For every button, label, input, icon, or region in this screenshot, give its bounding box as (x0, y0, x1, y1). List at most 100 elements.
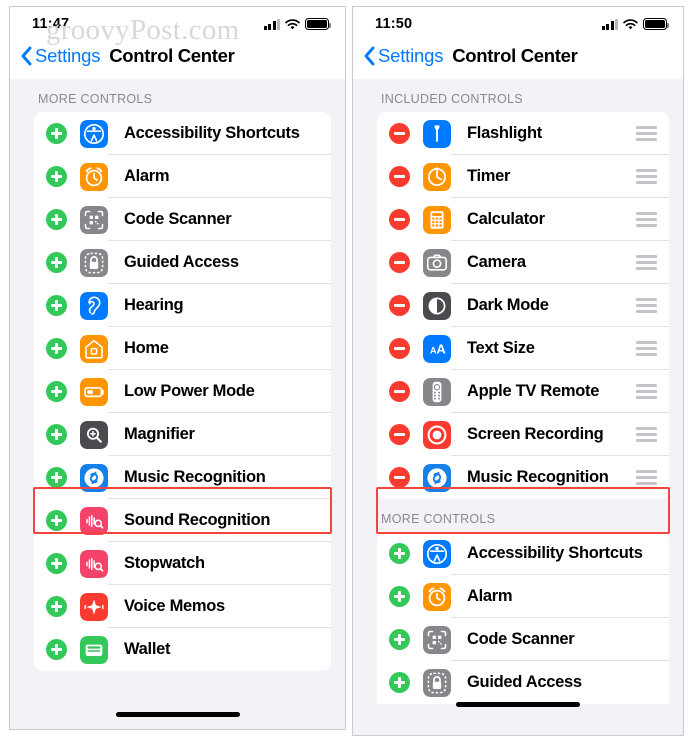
dark-mode-icon (423, 291, 451, 320)
control-label: Accessibility Shortcuts (467, 544, 643, 562)
control-list-row[interactable]: Dark Mode (377, 284, 669, 327)
wifi-icon (623, 18, 638, 30)
reorder-handle-icon[interactable] (636, 427, 657, 442)
minus-circle-icon[interactable] (389, 252, 410, 273)
control-list-row[interactable]: Wallet (34, 628, 331, 671)
control-list-row[interactable]: Sound Recognition (34, 499, 331, 542)
control-list-row[interactable]: Timer (377, 155, 669, 198)
control-list-row[interactable]: Guided Access (377, 661, 669, 704)
plus-circle-icon[interactable] (46, 166, 67, 187)
reorder-handle-icon[interactable] (636, 212, 657, 227)
back-button[interactable]: Settings (20, 45, 100, 67)
reorder-handle-icon[interactable] (636, 126, 657, 141)
control-list-row[interactable]: Stopwatch (34, 542, 331, 585)
home-indicator[interactable] (456, 702, 580, 707)
plus-circle-icon[interactable] (46, 381, 67, 402)
text-size-icon: AA (423, 334, 451, 363)
control-list-row[interactable]: Code Scanner (377, 618, 669, 661)
settings-content[interactable]: INCLUDED CONTROLS Flashlight Timer Calculat… (353, 79, 683, 733)
control-list-row[interactable]: Magnifier (34, 413, 331, 456)
control-list-row[interactable]: Flashlight (377, 112, 669, 155)
screen-recording-icon (423, 420, 451, 449)
plus-circle-icon[interactable] (46, 209, 67, 230)
control-label: Calculator (467, 210, 545, 228)
plus-circle-icon[interactable] (46, 639, 67, 660)
control-list-row[interactable]: Calculator (377, 198, 669, 241)
control-list-row[interactable]: Music Recognition (34, 456, 331, 499)
control-list-row[interactable]: Voice Memos (34, 585, 331, 628)
plus-circle-icon[interactable] (46, 553, 67, 574)
plus-circle-icon[interactable] (46, 510, 67, 531)
settings-content[interactable]: MORE CONTROLS Accessibility Shortcuts Alar… (10, 79, 345, 727)
control-list-row[interactable]: Alarm (377, 575, 669, 618)
control-list-row[interactable]: Accessibility Shortcuts (377, 532, 669, 575)
control-label: Hearing (124, 296, 184, 314)
minus-circle-icon[interactable] (389, 467, 410, 488)
reorder-handle-icon[interactable] (636, 298, 657, 313)
back-button-label: Settings (35, 45, 101, 66)
control-list-row[interactable]: Apple TV Remote (377, 370, 669, 413)
control-list-row[interactable]: Code Scanner (34, 198, 331, 241)
back-button[interactable]: Settings (363, 45, 443, 67)
control-label: Magnifier (124, 425, 195, 443)
control-label: Guided Access (467, 673, 582, 691)
control-label: Flashlight (467, 124, 542, 142)
control-label: Guided Access (124, 253, 239, 271)
control-list-row[interactable]: Camera (377, 241, 669, 284)
minus-circle-icon[interactable] (389, 123, 410, 144)
control-list-row[interactable]: Screen Recording (377, 413, 669, 456)
qr-code-scanner-icon (423, 625, 451, 654)
plus-circle-icon[interactable] (389, 672, 410, 693)
home-indicator[interactable] (115, 712, 240, 717)
reorder-handle-icon[interactable] (636, 341, 657, 356)
accessibility-icon (423, 539, 451, 568)
minus-circle-icon[interactable] (389, 166, 410, 187)
control-label: Code Scanner (467, 630, 575, 648)
control-label: Apple TV Remote (467, 382, 600, 400)
control-label: Timer (467, 167, 511, 185)
plus-circle-icon[interactable] (46, 295, 67, 316)
control-list-row[interactable]: Low Power Mode (34, 370, 331, 413)
chevron-left-icon (20, 46, 33, 66)
waveform-magnifier-icon (80, 506, 108, 535)
plus-circle-icon[interactable] (389, 543, 410, 564)
phone-screenshot-left: 11:47 Settings Control Center MORE CONTROLS… (9, 6, 346, 730)
wifi-icon (285, 18, 300, 30)
reorder-handle-icon[interactable] (636, 384, 657, 399)
reorder-handle-icon[interactable] (636, 169, 657, 184)
control-label: Music Recognition (124, 468, 266, 486)
alarm-clock-icon (80, 162, 108, 191)
plus-circle-icon[interactable] (389, 629, 410, 650)
control-list-row[interactable]: Alarm (34, 155, 331, 198)
reorder-handle-icon[interactable] (636, 470, 657, 485)
plus-circle-icon[interactable] (46, 338, 67, 359)
minus-circle-icon[interactable] (389, 424, 410, 445)
flashlight-icon (423, 119, 451, 148)
plus-circle-icon[interactable] (46, 252, 67, 273)
qr-code-scanner-icon (80, 205, 108, 234)
watermark: groovyPost.com (46, 14, 240, 46)
control-label: Accessibility Shortcuts (124, 124, 300, 142)
control-label: Text Size (467, 339, 535, 357)
control-label: Home (124, 339, 169, 357)
plus-circle-icon[interactable] (46, 467, 67, 488)
reorder-handle-icon[interactable] (636, 255, 657, 270)
control-label: Low Power Mode (124, 382, 255, 400)
minus-circle-icon[interactable] (389, 338, 410, 359)
plus-circle-icon[interactable] (46, 596, 67, 617)
status-indicators (601, 18, 669, 30)
section-header: MORE CONTROLS (38, 92, 153, 106)
minus-circle-icon[interactable] (389, 295, 410, 316)
control-list-row[interactable]: Guided Access (34, 241, 331, 284)
minus-circle-icon[interactable] (389, 381, 410, 402)
control-list-row[interactable]: Home (34, 327, 331, 370)
control-list-row[interactable]: Music Recognition (377, 456, 669, 499)
control-list-row[interactable]: Accessibility Shortcuts (34, 112, 331, 155)
plus-circle-icon[interactable] (389, 586, 410, 607)
control-list-row[interactable]: Hearing (34, 284, 331, 327)
plus-circle-icon[interactable] (46, 123, 67, 144)
plus-circle-icon[interactable] (46, 424, 67, 445)
cellular-signal-icon (263, 18, 280, 30)
control-list-row[interactable]: A A Text Size (377, 327, 669, 370)
minus-circle-icon[interactable] (389, 209, 410, 230)
